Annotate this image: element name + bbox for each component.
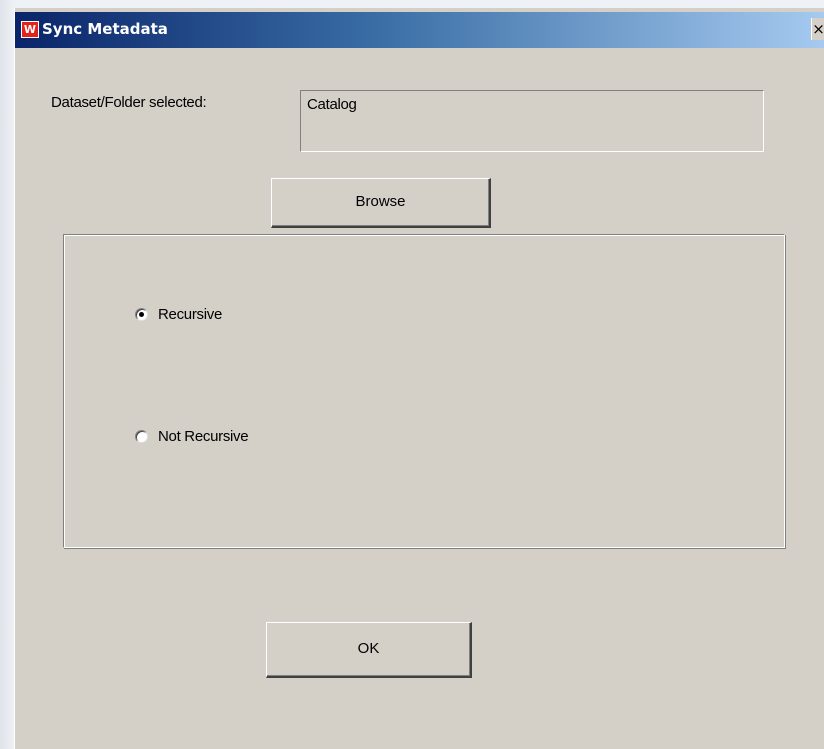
recursive-radio[interactable] [135,308,148,321]
not-recursive-option[interactable]: Not Recursive [135,428,249,445]
dataset-folder-label: Dataset/Folder selected: [51,94,207,111]
selected-path-value: Catalog [307,96,357,113]
title-bar[interactable]: W Sync Metadata × [15,12,824,48]
browse-button[interactable]: Browse [271,178,491,228]
recursive-label: Recursive [158,306,222,323]
selected-path-field: Catalog [300,90,764,152]
not-recursive-radio[interactable] [135,430,148,443]
close-icon[interactable]: × [811,18,824,40]
dialog-title: Sync Metadata [42,20,168,38]
recursive-option[interactable]: Recursive [135,306,222,323]
app-logo-icon: W [21,21,39,38]
ok-button[interactable]: OK [266,622,472,678]
not-recursive-label: Not Recursive [158,428,249,445]
recursion-options-group [63,234,785,548]
sync-metadata-dialog: W Sync Metadata × Dataset/Folder selecte… [14,8,824,749]
